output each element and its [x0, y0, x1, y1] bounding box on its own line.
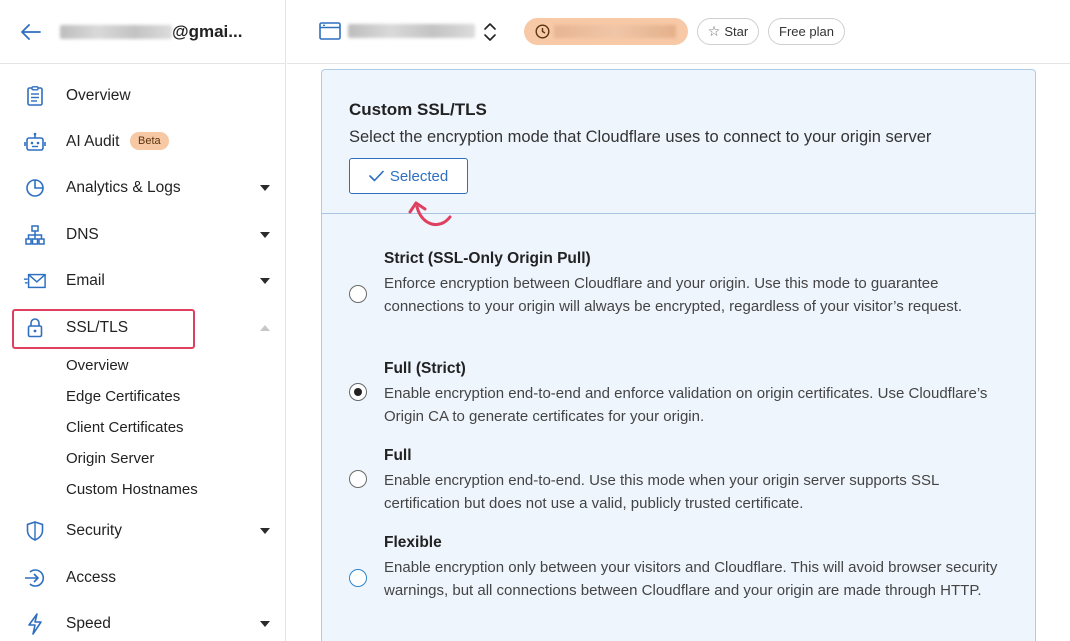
sidebar-subitem-client-certificates[interactable]: Client Certificates	[66, 419, 184, 436]
sidebar-item-ssl-tls[interactable]: SSL/TLS	[0, 308, 286, 348]
pie-chart-icon	[24, 177, 46, 199]
sidebar-item-overview[interactable]: Overview	[0, 76, 286, 116]
custom-ssl-tls-card: Custom SSL/TLS Select the encryption mod…	[321, 69, 1036, 641]
sidebar: @gmai... Overview AI Audit Beta Analytic…	[0, 0, 286, 641]
main-content: Custom SSL/TLS Select the encryption mod…	[287, 65, 1070, 641]
sidebar-item-label: Access	[66, 569, 116, 586]
account-name-suffix: @gmai...	[172, 21, 243, 41]
robot-icon	[24, 131, 46, 153]
sidebar-item-label: Security	[66, 522, 122, 539]
sidebar-item-label: Speed	[66, 615, 111, 632]
chevron-down-icon[interactable]	[260, 621, 270, 627]
top-bar: ☆ Star Free plan	[287, 0, 1070, 64]
check-icon	[369, 170, 384, 182]
sidebar-item-label: Overview	[66, 87, 131, 104]
browser-window-icon	[319, 22, 341, 40]
chevron-up-icon[interactable]	[260, 325, 270, 331]
chevron-down-icon[interactable]	[260, 185, 270, 191]
sidebar-item-label: Email	[66, 272, 105, 289]
chevron-down-icon[interactable]	[260, 278, 270, 284]
option-description: Enable encryption end-to-end. Use this m…	[384, 472, 939, 512]
free-plan-badge[interactable]: Free plan	[768, 18, 845, 45]
sidebar-item-label: DNS	[66, 226, 99, 243]
option-description: Enable encryption end-to-end and enforce…	[384, 385, 988, 425]
sidebar-item-label: AI Audit	[66, 133, 120, 150]
option-title: Full	[384, 447, 412, 464]
sidebar-item-access[interactable]: Access	[0, 558, 286, 598]
beta-badge: Beta	[130, 132, 169, 150]
sidebar-item-ai-audit[interactable]: AI Audit Beta	[0, 122, 286, 162]
plan-label: Free plan	[779, 24, 834, 39]
star-button[interactable]: ☆ Star	[697, 18, 759, 45]
star-icon: ☆	[707, 23, 721, 39]
option-title: Strict (SSL-Only Origin Pull)	[384, 250, 591, 267]
sidebar-item-label: Analytics & Logs	[66, 179, 181, 196]
access-icon	[24, 567, 46, 589]
redacted-plan-text	[554, 25, 676, 38]
radio-flexible[interactable]	[349, 569, 367, 587]
chevron-down-icon[interactable]	[260, 232, 270, 238]
account-header: @gmai...	[0, 0, 285, 64]
sidebar-subitem-origin-server[interactable]: Origin Server	[66, 450, 154, 467]
star-button-label: Star	[724, 24, 749, 39]
sidebar-item-security[interactable]: Security	[0, 511, 286, 551]
card-header: Custom SSL/TLS Select the encryption mod…	[322, 70, 1035, 227]
redacted-plan-pill[interactable]	[524, 18, 688, 45]
option-title: Full (Strict)	[384, 360, 466, 377]
option-description: Enable encryption only between your visi…	[384, 559, 998, 599]
chevron-up-down-icon[interactable]	[483, 21, 497, 43]
card-description: Select the encryption mode that Cloudfla…	[349, 128, 932, 146]
redacted-zone-name[interactable]	[348, 24, 475, 38]
selected-button[interactable]: Selected	[349, 158, 468, 194]
sidebar-subitem-overview[interactable]: Overview	[66, 357, 129, 374]
selected-button-label: Selected	[389, 167, 449, 185]
radio-strict-ssl-only[interactable]	[349, 285, 367, 303]
sidebar-item-speed[interactable]: Speed	[0, 604, 286, 641]
document-icon	[24, 85, 46, 107]
back-arrow-icon[interactable]	[20, 21, 42, 43]
redacted-account-email	[60, 24, 172, 39]
account-name[interactable]: @gmai...	[60, 22, 242, 42]
sidebar-item-analytics-logs[interactable]: Analytics & Logs	[0, 168, 286, 208]
sidebar-subitem-custom-hostnames[interactable]: Custom Hostnames	[66, 481, 198, 498]
sidebar-item-dns[interactable]: DNS	[0, 215, 286, 255]
radio-full-strict[interactable]	[349, 383, 367, 401]
annotation-arrow-icon	[408, 201, 452, 227]
radio-full[interactable]	[349, 470, 367, 488]
bolt-icon	[24, 613, 46, 635]
option-description: Enforce encryption between Cloudflare an…	[384, 275, 963, 315]
card-title: Custom SSL/TLS	[349, 100, 487, 119]
chevron-down-icon[interactable]	[260, 528, 270, 534]
sidebar-subitem-edge-certificates[interactable]: Edge Certificates	[66, 388, 180, 405]
lock-icon	[24, 317, 46, 339]
shield-icon	[24, 520, 46, 542]
option-title: Flexible	[384, 534, 442, 551]
network-icon	[24, 224, 46, 246]
envelope-icon	[24, 270, 46, 292]
sidebar-item-label: SSL/TLS	[66, 319, 129, 336]
clock-icon	[535, 24, 550, 39]
sidebar-item-email[interactable]: Email	[0, 261, 286, 301]
